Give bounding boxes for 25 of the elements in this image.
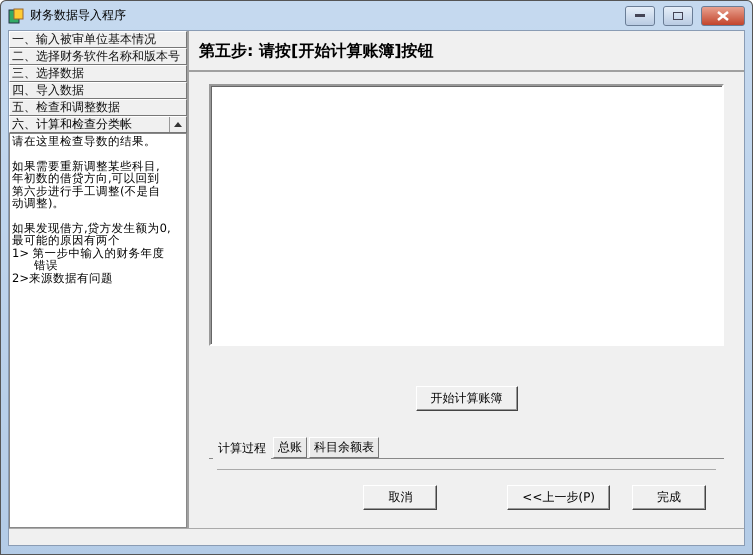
tab[interactable]: 科目余额表 <box>309 437 379 458</box>
window-title: 财务数据导入程序 <box>30 7 126 24</box>
dialog-button[interactable]: 完成 <box>632 485 706 510</box>
step-item[interactable]: 六、计算和检查分类帐 <box>9 116 187 133</box>
step-item[interactable]: 二、选择财务软件名称和版本号 <box>9 48 187 65</box>
note-text: 请在这里检查导数的结果。 <box>12 135 157 148</box>
note-text: 如果需要重新调整某些科目, 年初数的借贷方向,可以回到 第六步进行手工调整(不是自 动调整)。 <box>12 160 162 210</box>
close-button[interactable] <box>701 6 745 26</box>
dialog-button[interactable]: 取消 <box>363 485 438 510</box>
step-item[interactable]: 四、导入数据 <box>9 82 187 99</box>
note-text: 如果发现借方,贷方发生额为0, 最可能的原因有两个 1> 第一步中输入的财务年度 错误 2>来源数据有问题 <box>12 222 172 284</box>
start-button[interactable]: 开始计算账簿 <box>416 386 518 411</box>
app-icon <box>8 8 24 24</box>
dialog-button[interactable]: <<上一步(P) <box>507 485 610 510</box>
step-item[interactable]: 一、输入被审单位基本情况 <box>9 31 187 48</box>
maximize-icon <box>673 12 683 20</box>
tab[interactable]: 计算过程 <box>213 439 271 459</box>
step-item[interactable]: 三、选择数据 <box>9 65 187 82</box>
close-icon <box>717 10 729 20</box>
minimize-button[interactable] <box>625 6 655 26</box>
maximize-button[interactable] <box>663 6 693 26</box>
minimize-icon <box>635 14 645 18</box>
step-item[interactable]: 五、检查和调整数据 <box>9 99 187 116</box>
step-heading: 第五步: 请按[开始计算账簿]按钮 <box>198 40 435 62</box>
tab[interactable]: 总账 <box>273 437 307 458</box>
